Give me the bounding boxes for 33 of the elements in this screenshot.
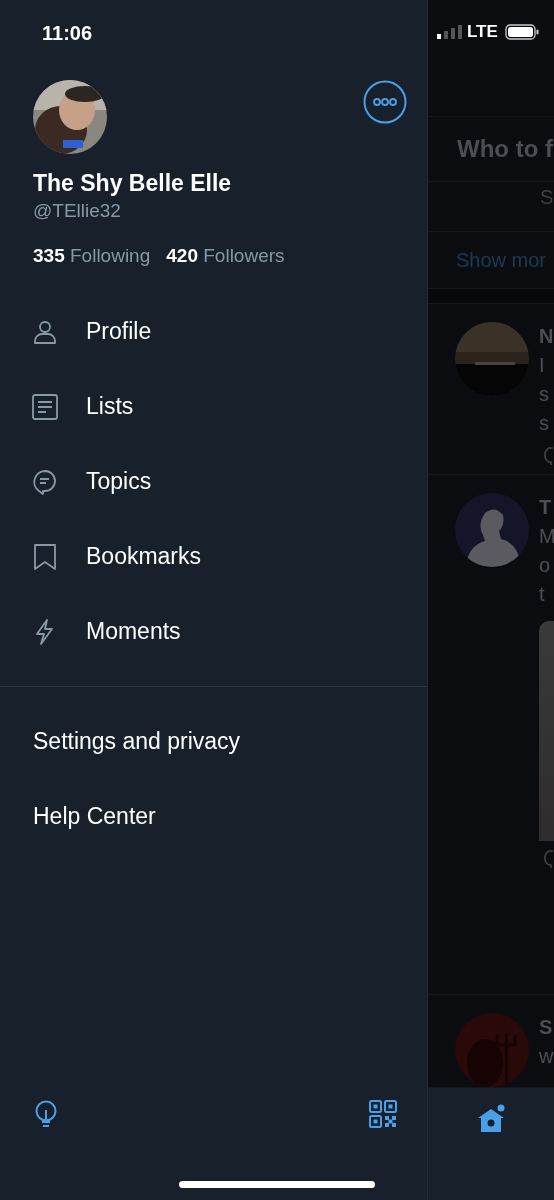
tweet-author: S xyxy=(539,1015,554,1040)
following-link[interactable]: 335 Following xyxy=(33,245,151,267)
section-heading: Who to f xyxy=(428,117,554,183)
network-label: LTE xyxy=(467,22,498,43)
tweet-text: s xyxy=(539,411,550,436)
battery-icon xyxy=(504,24,539,41)
tweet-text: o xyxy=(539,553,552,579)
bookmark-icon xyxy=(32,543,58,570)
menu-item[interactable]: Topics xyxy=(0,444,427,519)
more-button[interactable] xyxy=(363,80,407,124)
profile-handle: @TEllie32 xyxy=(32,199,122,222)
tweet-author: T xyxy=(539,495,553,521)
tweet-text: s xyxy=(539,382,550,407)
list-icon xyxy=(32,393,58,420)
tweet-author: N xyxy=(539,324,554,349)
person-icon xyxy=(32,318,58,345)
followers-link[interactable]: 420 Followers xyxy=(166,245,285,267)
menu-item[interactable]: Help Center xyxy=(0,779,427,854)
speech-bubble-icon xyxy=(32,468,58,495)
menu-item[interactable]: Bookmarks xyxy=(0,519,427,594)
signal-icon xyxy=(437,25,463,40)
profile-name: The Shy Belle Elle xyxy=(32,169,233,197)
tweet-text: w xyxy=(539,1044,554,1069)
tweet-text: M xyxy=(539,524,554,550)
status-time: 11:06 xyxy=(42,21,93,45)
menu-item[interactable]: Lists xyxy=(0,369,427,444)
tweet-text: t xyxy=(539,582,546,608)
lightbulb-icon[interactable] xyxy=(34,1100,58,1128)
menu-item[interactable]: Moments xyxy=(0,594,427,669)
menu-item[interactable]: Profile xyxy=(0,294,427,369)
qr-code-icon[interactable] xyxy=(369,1100,397,1128)
tweet-text: I xyxy=(539,353,546,378)
menu-item[interactable]: Settings and privacy xyxy=(0,704,427,779)
